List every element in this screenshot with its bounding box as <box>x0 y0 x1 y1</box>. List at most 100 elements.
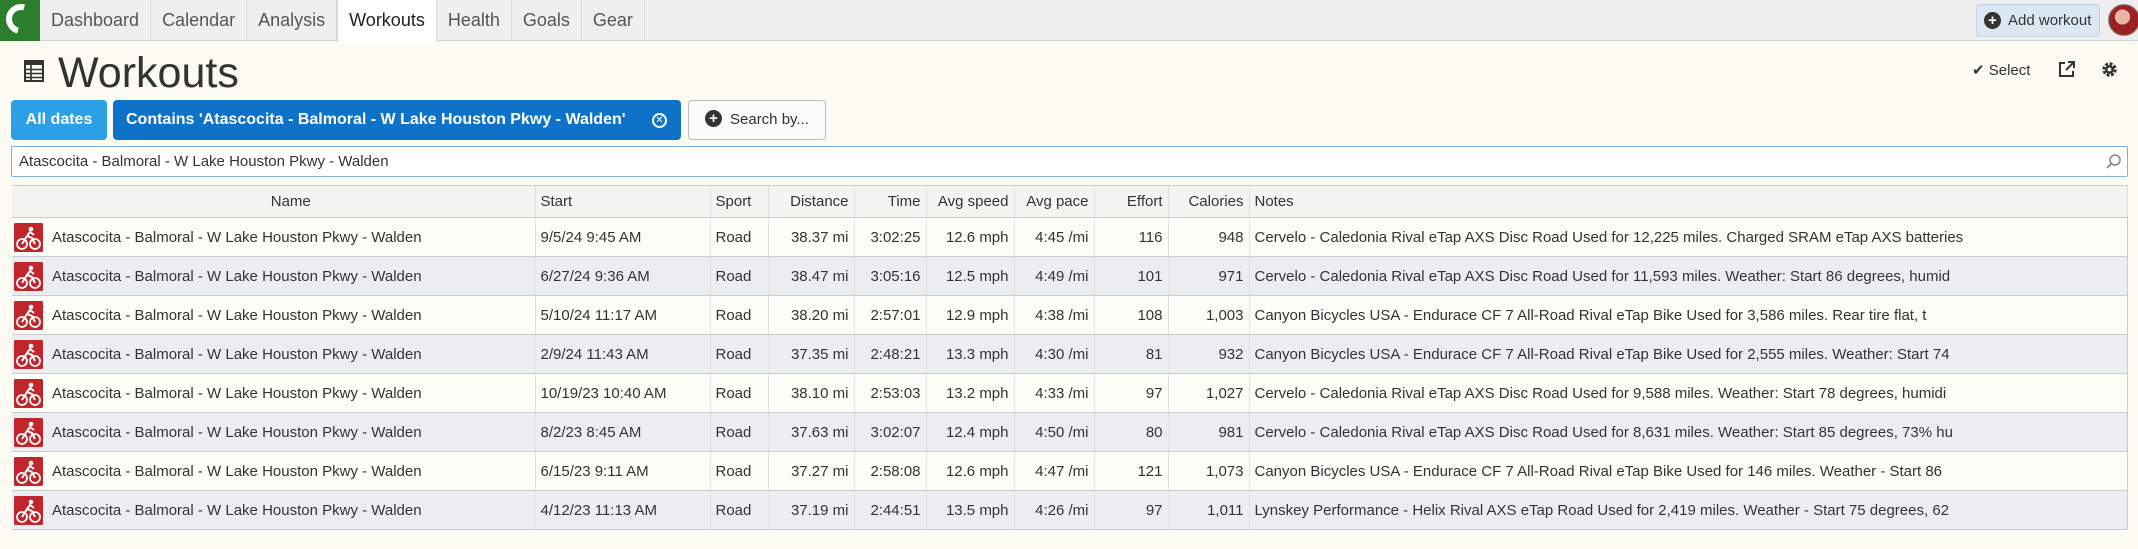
sport-icon-cell <box>12 295 47 335</box>
row-calories: 981 <box>1168 412 1250 452</box>
row-avg-speed: 12.9 mph <box>926 295 1015 335</box>
row-calories: 1,073 <box>1168 451 1250 491</box>
search-by-button[interactable]: + Search by... <box>688 100 826 140</box>
row-name[interactable]: Atascocita - Balmoral - W Lake Houston P… <box>47 295 536 335</box>
table-row[interactable]: Atascocita - Balmoral - W Lake Houston P… <box>12 451 2128 491</box>
row-avg-pace: 4:33 /mi <box>1014 373 1095 413</box>
row-notes: Cervelo - Caledonia Rival eTap AXS Disc … <box>1249 412 2128 452</box>
share-icon[interactable] <box>2058 60 2076 78</box>
magnifier-icon[interactable] <box>2105 153 2122 170</box>
row-name[interactable]: Atascocita - Balmoral - W Lake Houston P… <box>47 373 536 413</box>
row-avg-pace: 4:49 /mi <box>1014 256 1095 296</box>
row-effort: 97 <box>1094 373 1169 413</box>
row-start: 6/27/24 9:36 AM <box>535 256 711 296</box>
column-header-notes[interactable]: Notes <box>1249 185 2128 218</box>
gear-icon[interactable] <box>2100 60 2119 79</box>
row-notes: Canyon Bicycles USA - Endurace CF 7 All-… <box>1249 451 2128 491</box>
row-name[interactable]: Atascocita - Balmoral - W Lake Houston P… <box>47 256 536 296</box>
table-row[interactable]: Atascocita - Balmoral - W Lake Houston P… <box>12 256 2128 296</box>
row-distance: 38.47 mi <box>768 256 855 296</box>
row-effort: 121 <box>1094 451 1169 491</box>
plus-circle-icon: + <box>705 110 722 128</box>
nav-tab-goals[interactable]: Goals <box>512 0 582 41</box>
row-start: 9/5/24 9:45 AM <box>535 217 711 257</box>
all-dates-chip[interactable]: All dates <box>11 100 107 140</box>
row-avg-pace: 4:30 /mi <box>1014 334 1095 374</box>
table-row[interactable]: Atascocita - Balmoral - W Lake Houston P… <box>12 217 2128 257</box>
table-row[interactable]: Atascocita - Balmoral - W Lake Houston P… <box>12 295 2128 335</box>
row-name[interactable]: Atascocita - Balmoral - W Lake Houston P… <box>47 412 536 452</box>
row-avg-pace: 4:26 /mi <box>1014 490 1095 530</box>
row-name[interactable]: Atascocita - Balmoral - W Lake Houston P… <box>47 334 536 374</box>
row-time: 2:58:08 <box>854 451 927 491</box>
row-start: 10/19/23 10:40 AM <box>535 373 711 413</box>
nav-tab-gear[interactable]: Gear <box>582 0 645 41</box>
nav-tab-analysis[interactable]: Analysis <box>247 0 338 41</box>
app-logo-icon[interactable] <box>0 0 40 41</box>
select-label: Select <box>1988 62 2031 79</box>
row-avg-speed: 12.4 mph <box>926 412 1015 452</box>
row-sport: Road <box>710 217 769 257</box>
top-nav: Dashboard Calendar Analysis Workouts Hea… <box>0 0 2138 42</box>
row-avg-speed: 12.6 mph <box>926 451 1015 491</box>
cycling-icon <box>14 495 43 525</box>
add-workout-label: Add workout <box>2008 12 2092 29</box>
row-avg-pace: 4:50 /mi <box>1014 412 1095 452</box>
search-input[interactable] <box>12 147 2127 176</box>
sport-icon-cell <box>12 451 47 491</box>
table-row[interactable]: Atascocita - Balmoral - W Lake Houston P… <box>12 373 2128 413</box>
column-header-avg-pace[interactable]: Avg pace <box>1014 185 1095 218</box>
row-start: 6/15/23 9:11 AM <box>535 451 711 491</box>
row-notes: Lynskey Performance - Helix Rival AXS eT… <box>1249 490 2128 530</box>
sport-icon-cell <box>12 373 47 413</box>
column-header-name[interactable]: Name <box>47 185 536 218</box>
nav-tabs: Dashboard Calendar Analysis Workouts Hea… <box>40 0 645 42</box>
remove-filter-icon[interactable]: ✕ <box>652 113 667 128</box>
column-header-sport[interactable]: Sport <box>710 185 769 218</box>
column-header-distance[interactable]: Distance <box>768 185 855 218</box>
nav-tab-dashboard[interactable]: Dashboard <box>40 0 152 41</box>
row-notes: Cervelo - Caledonia Rival eTap AXS Disc … <box>1249 373 2128 413</box>
row-distance: 38.10 mi <box>768 373 855 413</box>
row-distance: 37.19 mi <box>768 490 855 530</box>
table-row[interactable]: Atascocita - Balmoral - W Lake Houston P… <box>12 490 2128 530</box>
row-name[interactable]: Atascocita - Balmoral - W Lake Houston P… <box>47 451 536 491</box>
row-effort: 97 <box>1094 490 1169 530</box>
row-sport: Road <box>710 295 769 335</box>
cycling-icon <box>14 339 43 369</box>
row-name[interactable]: Atascocita - Balmoral - W Lake Houston P… <box>47 490 536 530</box>
row-avg-speed: 12.5 mph <box>926 256 1015 296</box>
cycling-icon <box>14 417 43 447</box>
row-name[interactable]: Atascocita - Balmoral - W Lake Houston P… <box>47 217 536 257</box>
row-avg-pace: 4:47 /mi <box>1014 451 1095 491</box>
column-header-effort[interactable]: Effort <box>1094 185 1169 218</box>
nav-tab-health[interactable]: Health <box>437 0 512 41</box>
nav-tab-workouts[interactable]: Workouts <box>337 0 437 42</box>
row-time: 3:05:16 <box>854 256 927 296</box>
nav-tab-calendar[interactable]: Calendar <box>151 0 248 41</box>
row-notes: Cervelo - Caledonia Rival eTap AXS Disc … <box>1249 217 2128 257</box>
workouts-table: Name Start Sport Distance Time Avg speed… <box>12 185 2128 530</box>
add-workout-button[interactable]: + Add workout <box>1976 4 2100 37</box>
table-row[interactable]: Atascocita - Balmoral - W Lake Houston P… <box>12 334 2128 374</box>
column-header-calories[interactable]: Calories <box>1168 185 1250 218</box>
row-sport: Road <box>710 373 769 413</box>
sport-icon-cell <box>12 412 47 452</box>
column-header-time[interactable]: Time <box>854 185 927 218</box>
row-sport: Road <box>710 334 769 374</box>
page-title: Workouts <box>58 49 239 97</box>
sport-icon-cell <box>12 256 47 296</box>
header-icon-column <box>12 185 47 218</box>
cycling-icon <box>14 222 43 252</box>
select-button[interactable]: ✔ Select <box>1972 61 2030 79</box>
row-time: 2:48:21 <box>854 334 927 374</box>
column-header-start[interactable]: Start <box>535 185 711 218</box>
row-distance: 38.37 mi <box>768 217 855 257</box>
table-row[interactable]: Atascocita - Balmoral - W Lake Houston P… <box>12 412 2128 452</box>
row-distance: 38.20 mi <box>768 295 855 335</box>
row-time: 3:02:07 <box>854 412 927 452</box>
sport-icon-cell <box>12 490 47 530</box>
contains-filter-chip[interactable]: Contains 'Atascocita - Balmoral - W Lake… <box>113 100 681 140</box>
avatar[interactable] <box>2108 4 2138 36</box>
column-header-avg-speed[interactable]: Avg speed <box>926 185 1015 218</box>
